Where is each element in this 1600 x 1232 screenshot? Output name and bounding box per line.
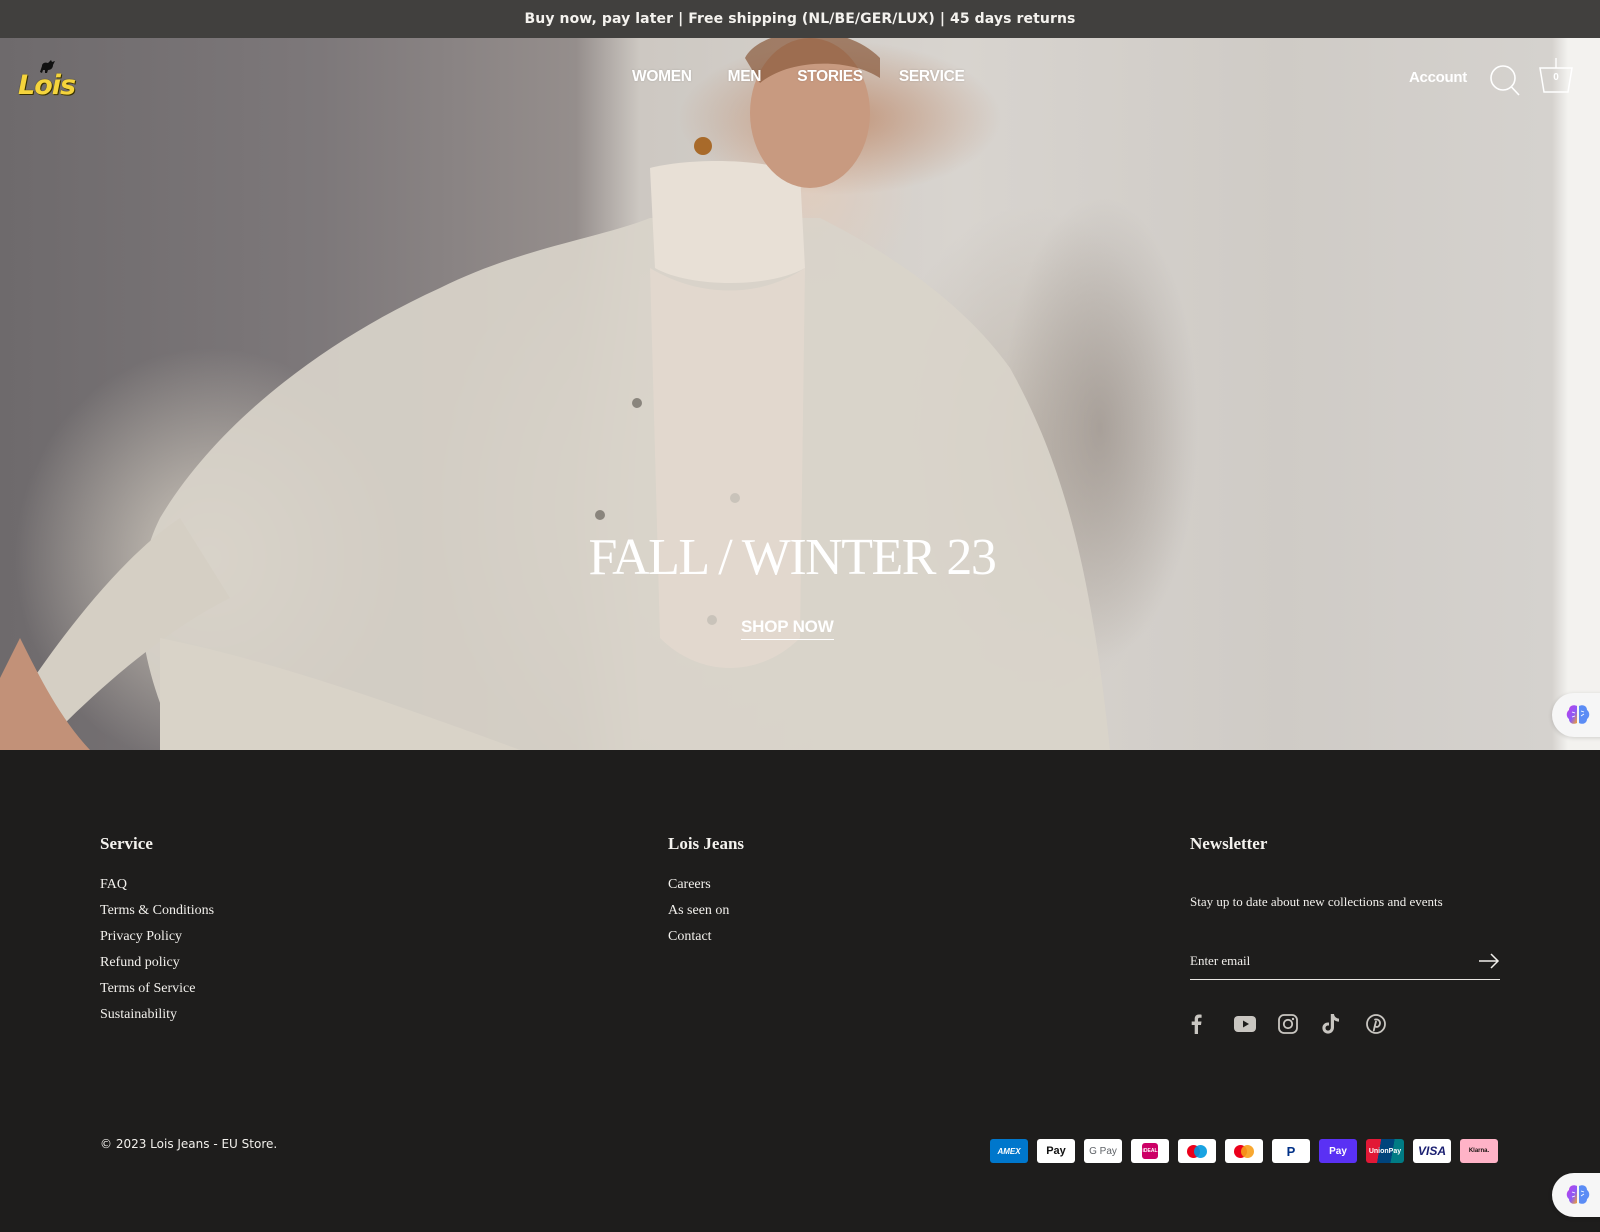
apple-pay-icon: Pay	[1037, 1139, 1075, 1163]
ideal-icon: iDEAL	[1131, 1139, 1169, 1163]
instagram-link[interactable]	[1278, 1012, 1322, 1036]
footer-link-terms-conditions[interactable]: Terms & Conditions	[100, 903, 214, 918]
newsletter-title: Newsletter	[1190, 834, 1268, 853]
unionpay-label: UnionPay	[1368, 1147, 1402, 1155]
footer-link-careers[interactable]: Careers	[668, 877, 711, 892]
footer-lois-jeans-links: Careers As seen on Contact	[668, 875, 729, 953]
payment-methods: AMEX Pay G Pay iDEAL P Pay UnionPay VISA…	[990, 1139, 1498, 1163]
hero-banner[interactable]	[0, 38, 1600, 750]
google-pay-label: G Pay	[1089, 1145, 1117, 1157]
footer-link-contact[interactable]: Contact	[668, 929, 712, 944]
footer-link-terms-of-service[interactable]: Terms of Service	[100, 981, 195, 996]
pinterest-link[interactable]	[1366, 1012, 1410, 1036]
klarna-icon: Klarna.	[1460, 1139, 1498, 1163]
main-nav: WOMEN MEN STORIES SERVICE	[632, 68, 1001, 86]
social-links	[1190, 1012, 1410, 1036]
account-link[interactable]: Account	[1409, 69, 1467, 86]
facebook-icon	[1191, 1014, 1202, 1034]
footer-link-refund-policy[interactable]: Refund policy	[100, 955, 180, 970]
newsletter-form	[1190, 944, 1500, 980]
shop-pay-label: Pay	[1329, 1145, 1347, 1157]
amex-label: AMEX	[997, 1146, 1021, 1156]
announcement-bar: Buy now, pay later | Free shipping (NL/B…	[0, 0, 1600, 38]
unionpay-icon: UnionPay	[1366, 1139, 1404, 1163]
tiktok-icon	[1322, 1014, 1339, 1034]
amex-icon: AMEX	[990, 1139, 1028, 1163]
hero-right-edge	[1583, 38, 1600, 750]
apple-pay-label: Pay	[1046, 1145, 1066, 1157]
hero-image	[0, 38, 1111, 750]
footer-service-title: Service	[100, 834, 153, 853]
arrow-right-icon[interactable]	[1478, 952, 1500, 970]
footer-service-links: FAQ Terms & Conditions Privacy Policy Re…	[100, 875, 214, 1031]
pinterest-icon	[1366, 1014, 1386, 1034]
visa-icon: VISA	[1413, 1139, 1451, 1163]
mastercard-icon	[1225, 1139, 1263, 1163]
search-icon[interactable]	[1489, 64, 1521, 98]
youtube-icon	[1234, 1016, 1256, 1032]
ideal-label: iDEAL	[1142, 1143, 1158, 1159]
shop-now-link[interactable]: SHOP NOW	[741, 617, 834, 640]
footer-link-faq[interactable]: FAQ	[100, 877, 127, 892]
maestro-icon	[1178, 1139, 1216, 1163]
footer-link-privacy-policy[interactable]: Privacy Policy	[100, 929, 182, 944]
google-pay-icon: G Pay	[1084, 1139, 1122, 1163]
klarna-label: Klarna.	[1468, 1148, 1490, 1154]
announcement-text: Buy now, pay later | Free shipping (NL/B…	[524, 11, 1076, 27]
brain-icon	[1566, 1185, 1590, 1204]
nav-women[interactable]: WOMEN	[632, 68, 692, 86]
footer-lois-jeans-title: Lois Jeans	[668, 834, 745, 853]
brain-icon	[1566, 705, 1590, 724]
logo[interactable]: Lois	[18, 58, 78, 102]
hero-title: FALL / WINTER 23	[588, 529, 997, 586]
site-footer: Service FAQ Terms & Conditions Privacy P…	[0, 750, 1600, 1232]
paypal-icon: P	[1272, 1139, 1310, 1163]
newsletter-description: Stay up to date about new collections an…	[1190, 894, 1443, 909]
youtube-link[interactable]	[1234, 1012, 1278, 1036]
tiktok-link[interactable]	[1322, 1012, 1366, 1036]
visa-label: VISA	[1417, 1144, 1446, 1158]
shop-pay-icon: Pay	[1319, 1139, 1357, 1163]
instagram-icon	[1278, 1014, 1298, 1034]
assistant-widget-button-bottom[interactable]	[1552, 1173, 1600, 1217]
paypal-label: P	[1286, 1143, 1296, 1159]
footer-link-as-seen-on[interactable]: As seen on	[668, 903, 729, 918]
email-input[interactable]	[1190, 944, 1460, 978]
nav-service[interactable]: SERVICE	[899, 68, 965, 86]
logo-text: Lois	[18, 70, 76, 101]
facebook-link[interactable]	[1190, 1012, 1234, 1036]
assistant-widget-button[interactable]	[1552, 693, 1600, 737]
copyright: © 2023 Lois Jeans - EU Store.	[100, 1137, 278, 1151]
site-header: Lois WOMEN MEN STORIES SERVICE Account 0	[0, 38, 1600, 118]
cart-count: 0	[1553, 72, 1559, 83]
nav-men[interactable]: MEN	[728, 68, 762, 86]
nav-stories[interactable]: STORIES	[797, 68, 863, 86]
footer-link-sustainability[interactable]: Sustainability	[100, 1007, 177, 1022]
